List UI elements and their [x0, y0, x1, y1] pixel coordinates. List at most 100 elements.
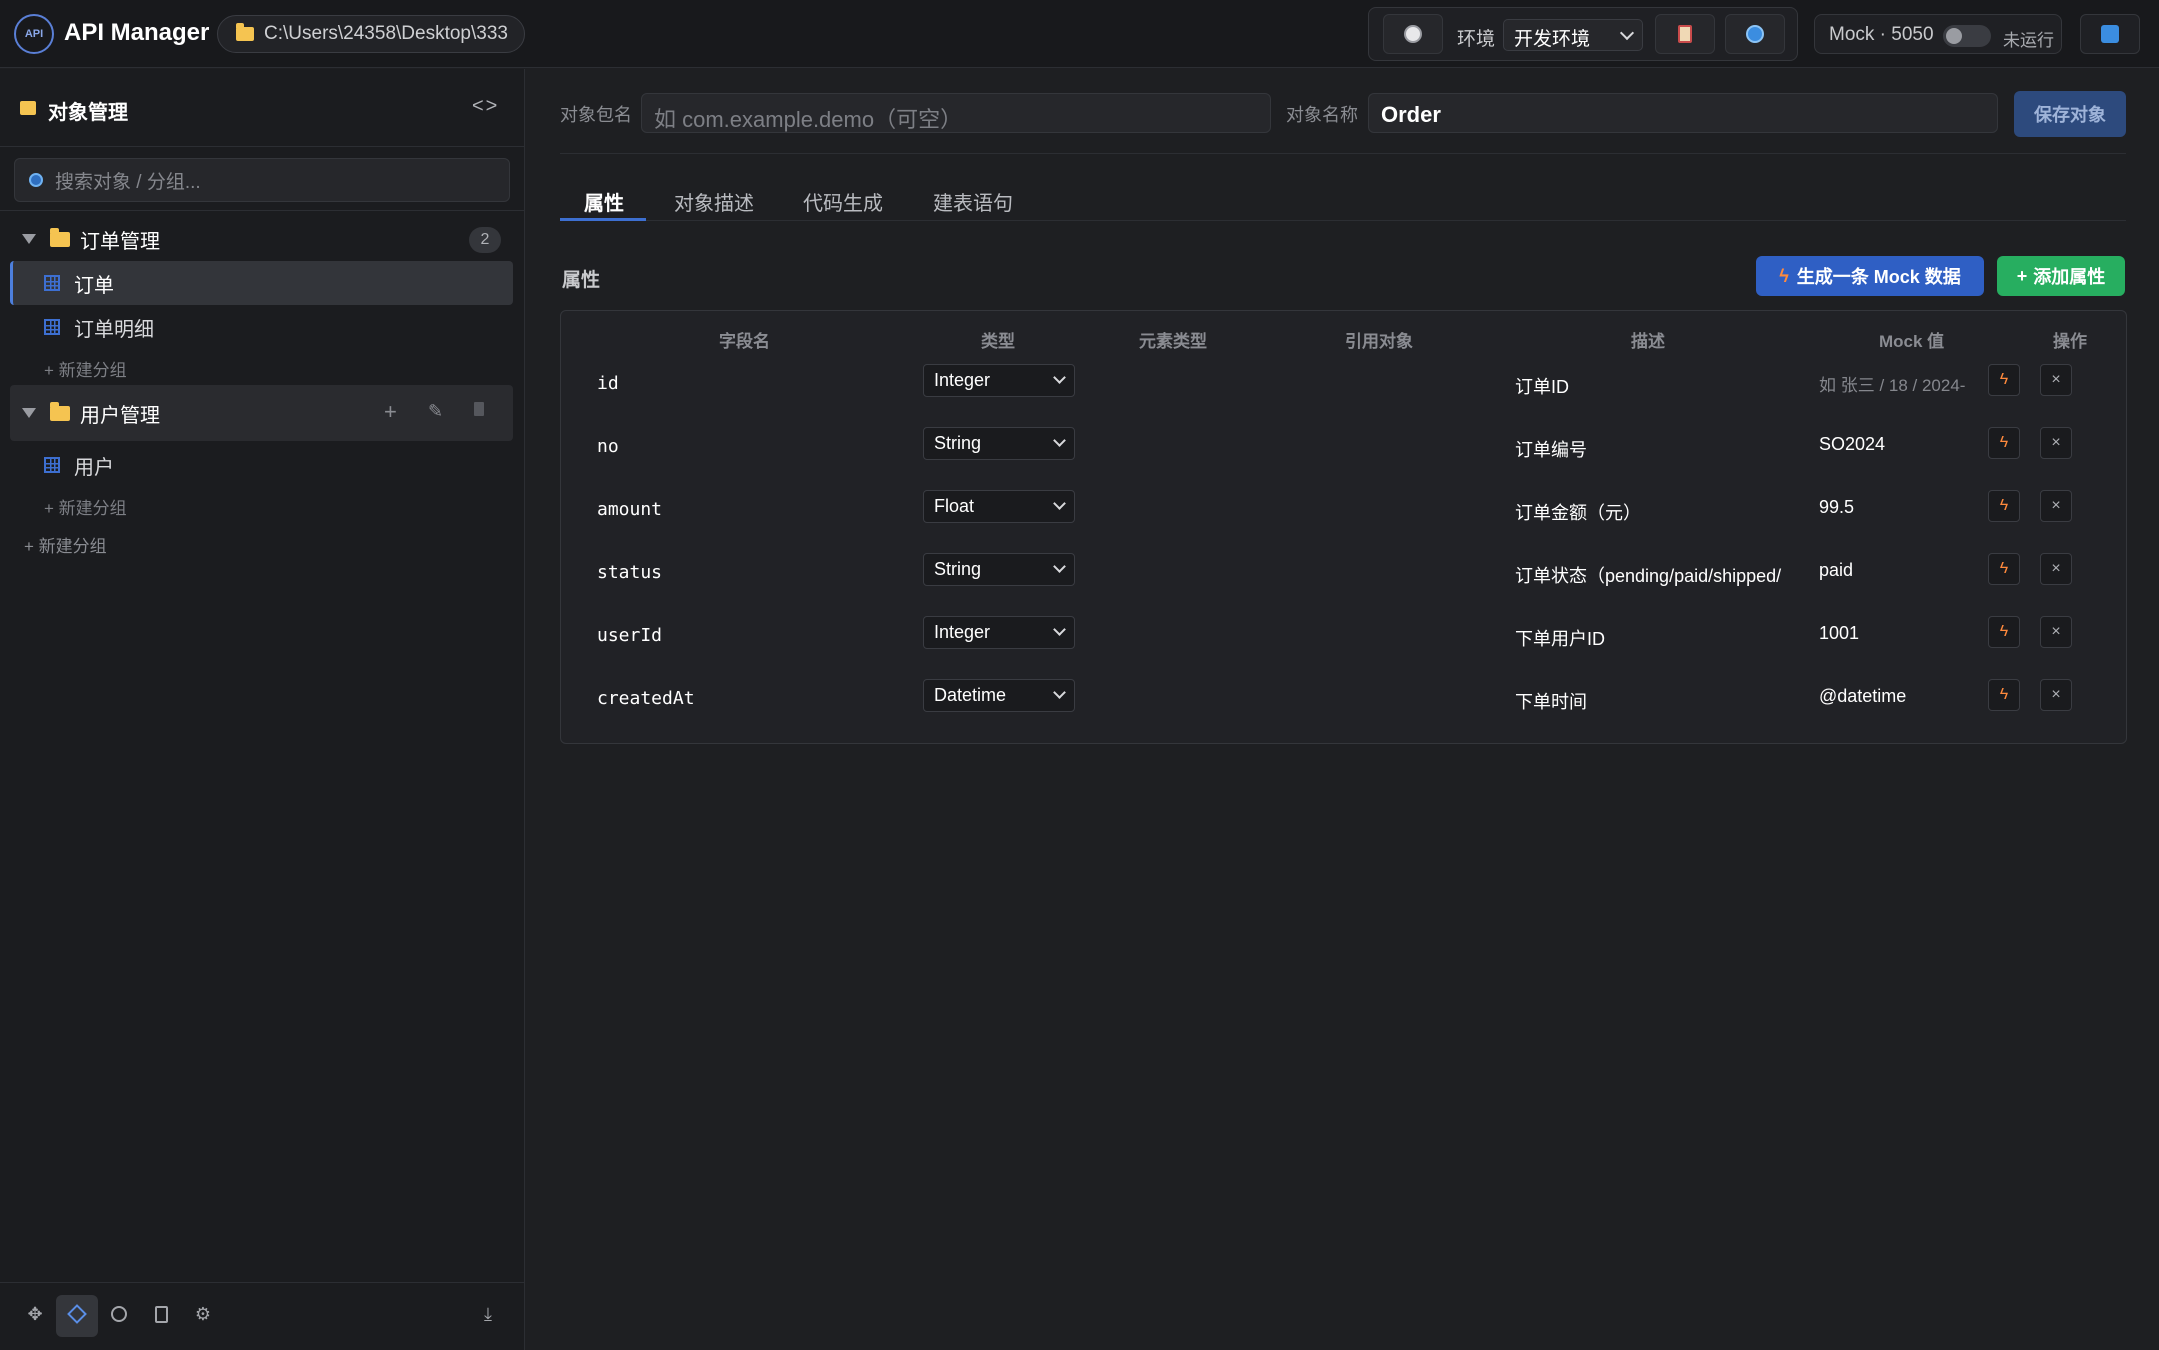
close-icon[interactable]: ×	[2040, 616, 2072, 648]
tab-ddl[interactable]: 建表语句	[933, 187, 1013, 216]
bolt-icon: ϟ	[1779, 265, 1789, 286]
gear-icon[interactable]: ⚙	[192, 1303, 214, 1325]
tree-group-order-management[interactable]: 订单管理 2	[10, 217, 513, 261]
env-label: 环境	[1457, 29, 1496, 50]
field-name[interactable]: amount	[597, 499, 662, 520]
mock-value-input[interactable]: @datetime	[1819, 686, 1979, 707]
type-select[interactable]: String	[923, 553, 1075, 586]
tree-group-user-management[interactable]: 用户管理 + ✎	[10, 385, 513, 441]
bolt-icon[interactable]: ϟ	[1988, 616, 2020, 648]
chevron-down-icon	[1053, 434, 1066, 447]
tab-active-indicator	[560, 218, 646, 221]
globe-button[interactable]	[1725, 14, 1785, 54]
move-icon[interactable]: ✥	[24, 1303, 46, 1325]
search-icon	[29, 173, 43, 187]
table-row: no String 订单编号 SO2024 ϟ ×	[561, 414, 2128, 477]
table-row: createdAt Datetime 下单时间 @datetime ϟ ×	[561, 666, 2128, 729]
type-select[interactable]: Datetime	[923, 679, 1075, 712]
sidebar-header: 对象管理 <>	[0, 69, 525, 147]
table-icon	[44, 275, 60, 291]
plus-icon: +	[2016, 265, 2028, 286]
tree-item-user[interactable]: 用户	[10, 443, 513, 487]
package-input[interactable]: 如 com.example.demo（可空）	[641, 93, 1271, 133]
field-name[interactable]: userId	[597, 625, 662, 646]
field-name[interactable]: createdAt	[597, 688, 695, 709]
mock-server-toggle[interactable]	[1943, 25, 1991, 47]
field-name[interactable]: no	[597, 436, 619, 457]
env-selected-value: 开发环境	[1514, 29, 1591, 50]
tree-item-order-detail[interactable]: 订单明细	[10, 305, 513, 349]
mock-server-label: Mock · 5050	[1829, 24, 1934, 45]
tab-code-generation[interactable]: 代码生成	[803, 187, 883, 216]
type-select[interactable]: Integer	[923, 616, 1075, 649]
table-icon	[44, 457, 60, 473]
generate-mock-label: 生成一条 Mock 数据	[1796, 267, 1961, 287]
type-select[interactable]: Integer	[923, 364, 1075, 397]
type-select[interactable]: String	[923, 427, 1075, 460]
mock-server-status: 未运行	[2003, 31, 2054, 50]
code-toggle-icon[interactable]: <>	[472, 95, 499, 118]
cube-icon[interactable]	[66, 1303, 88, 1325]
field-description[interactable]: 下单时间	[1515, 688, 1801, 714]
field-description[interactable]: 订单编号	[1515, 436, 1801, 462]
tab-properties[interactable]: 属性	[584, 187, 624, 216]
tree-item-order[interactable]: 订单	[10, 261, 513, 305]
caret-down-icon[interactable]	[22, 408, 36, 418]
clipboard-icon	[1678, 25, 1692, 43]
field-description[interactable]: 订单ID	[1515, 373, 1801, 399]
bolt-icon[interactable]: ϟ	[1988, 427, 2020, 459]
object-name-input[interactable]: Order	[1368, 93, 1998, 133]
table-row: id Integer 订单ID 如 张三 / 18 / 2024- ϟ ×	[561, 351, 2128, 414]
type-value: Integer	[934, 370, 991, 390]
mock-value-input[interactable]: paid	[1819, 560, 1979, 581]
caret-down-icon[interactable]	[22, 234, 36, 244]
history-button[interactable]	[1383, 14, 1443, 54]
tab-object-description[interactable]: 对象描述	[674, 187, 754, 216]
table-row: amount Float 订单金额（元） 99.5 ϟ ×	[561, 477, 2128, 540]
chevron-down-icon	[1053, 560, 1066, 573]
bolt-icon[interactable]: ϟ	[1988, 679, 2020, 711]
close-icon[interactable]: ×	[2040, 364, 2072, 396]
field-name[interactable]: id	[597, 373, 619, 394]
mock-value-input[interactable]: 如 张三 / 18 / 2024-	[1819, 371, 1979, 396]
close-icon[interactable]: ×	[2040, 679, 2072, 711]
mock-value-input[interactable]: 99.5	[1819, 497, 1979, 518]
add-icon[interactable]: +	[384, 399, 397, 425]
download-icon[interactable]: ⤓	[477, 1303, 499, 1325]
close-icon[interactable]: ×	[2040, 490, 2072, 522]
field-description[interactable]: 下单用户ID	[1515, 625, 1801, 651]
globe-icon	[1746, 25, 1764, 43]
new-subgroup-link[interactable]: + 新建分组	[44, 356, 127, 381]
save-object-button[interactable]: 保存对象	[2014, 91, 2126, 137]
app-logo-icon: API	[14, 14, 54, 54]
search-input[interactable]: 搜索对象 / 分组...	[14, 158, 510, 202]
type-select[interactable]: Float	[923, 490, 1075, 523]
table-row: userId Integer 下单用户ID 1001 ϟ ×	[561, 603, 2128, 666]
env-select[interactable]: 开发环境	[1503, 19, 1643, 51]
divider	[0, 210, 525, 211]
close-icon[interactable]: ×	[2040, 427, 2072, 459]
field-name[interactable]: status	[597, 562, 662, 583]
new-group-link[interactable]: + 新建分组	[24, 532, 107, 557]
column-header: 元素类型	[1139, 332, 1207, 351]
field-description[interactable]: 订单金额（元）	[1515, 499, 1801, 525]
workspace-path-button[interactable]: C:\Users\24358\Desktop\333	[217, 15, 525, 53]
mock-value-input[interactable]: SO2024	[1819, 434, 1979, 455]
bolt-icon[interactable]: ϟ	[1988, 490, 2020, 522]
add-property-button[interactable]: + 添加属性	[1997, 256, 2125, 296]
table-icon	[44, 319, 60, 335]
generate-mock-button[interactable]: ϟ 生成一条 Mock 数据	[1756, 256, 1984, 296]
sync-button[interactable]	[2080, 14, 2140, 54]
document-icon[interactable]	[150, 1303, 172, 1325]
new-subgroup-link[interactable]: + 新建分组	[44, 494, 127, 519]
field-description[interactable]: 订单状态（pending/paid/shipped/	[1515, 562, 1801, 588]
mock-value-input[interactable]: 1001	[1819, 623, 1979, 644]
bolt-icon[interactable]: ϟ	[1988, 364, 2020, 396]
bolt-icon[interactable]: ϟ	[1988, 553, 2020, 585]
trash-icon[interactable]	[474, 402, 484, 416]
type-value: Integer	[934, 622, 991, 642]
clock-icon[interactable]	[108, 1303, 130, 1325]
close-icon[interactable]: ×	[2040, 553, 2072, 585]
clipboard-button[interactable]	[1655, 14, 1715, 54]
edit-icon[interactable]: ✎	[428, 401, 443, 422]
